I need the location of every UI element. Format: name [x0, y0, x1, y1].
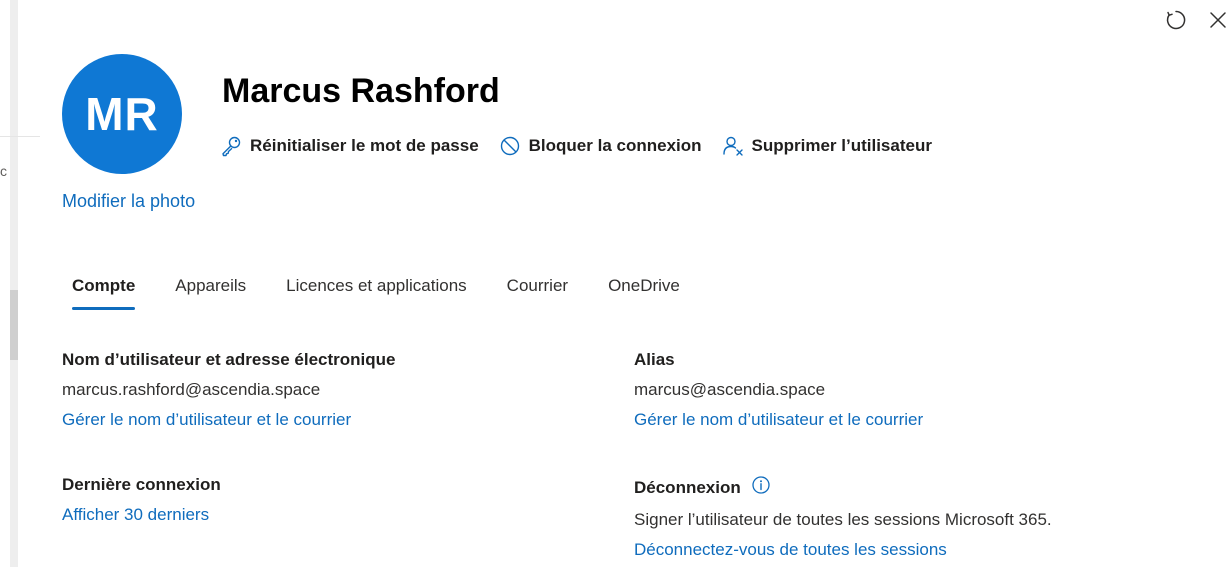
- close-icon[interactable]: [1206, 8, 1230, 32]
- signout-all-sessions-link[interactable]: Déconnectez-vous de toutes les sessions: [634, 540, 1052, 560]
- signout-label-row: Déconnexion: [634, 475, 1052, 500]
- tab-mail[interactable]: Courrier: [497, 276, 578, 310]
- username-value: marcus.rashford@ascendia.space: [62, 380, 321, 399]
- delete-user-icon: [722, 135, 744, 157]
- user-actions-toolbar: Réinitialiser le mot de passe Bloquer la…: [220, 135, 932, 157]
- block-icon: [499, 135, 521, 157]
- reset-password-button[interactable]: Réinitialiser le mot de passe: [220, 135, 479, 157]
- info-icon[interactable]: [751, 475, 771, 500]
- delete-user-button[interactable]: Supprimer l’utilisateur: [722, 135, 932, 157]
- block-signin-label: Bloquer la connexion: [528, 136, 702, 155]
- reset-password-label: Réinitialiser le mot de passe: [250, 136, 479, 155]
- username-section: Nom d’utilisateur et adresse électroniqu…: [62, 350, 395, 430]
- backdrop-scrollbar-track: [10, 0, 18, 567]
- avatar-initials: MR: [85, 88, 159, 140]
- alias-section: Alias marcus@ascendia.space Gérer le nom…: [634, 350, 923, 430]
- user-detail-panel: c MR Modifier la photo Marcus Rashford R…: [0, 0, 1230, 567]
- page-title: Marcus Rashford: [222, 72, 500, 110]
- backdrop-scrollbar-thumb: [10, 290, 18, 360]
- tab-onedrive[interactable]: OneDrive: [598, 276, 690, 310]
- backdrop-divider: [0, 136, 40, 137]
- tab-licenses-apps[interactable]: Licences et applications: [276, 276, 477, 310]
- tab-bar: Compte Appareils Licences et application…: [62, 276, 710, 310]
- panel-controls: [1164, 8, 1230, 32]
- modify-photo-link[interactable]: Modifier la photo: [62, 191, 195, 212]
- block-signin-button[interactable]: Bloquer la connexion: [499, 135, 702, 157]
- avatar: MR: [62, 54, 182, 174]
- signout-description: Signer l’utilisateur de toutes les sessi…: [634, 510, 1052, 529]
- refresh-icon[interactable]: [1164, 8, 1188, 32]
- tab-devices[interactable]: Appareils: [165, 276, 256, 310]
- last-signin-label: Dernière connexion: [62, 475, 221, 494]
- key-icon: [220, 135, 242, 157]
- last-signin-section: Dernière connexion Afficher 30 derniers: [62, 475, 221, 525]
- manage-username-link[interactable]: Gérer le nom d’utilisateur et le courrie…: [62, 410, 395, 430]
- backdrop-text: c: [0, 163, 7, 179]
- alias-value: marcus@ascendia.space: [634, 380, 826, 399]
- view-last-30-link[interactable]: Afficher 30 derniers: [62, 505, 221, 525]
- tab-account[interactable]: Compte: [62, 276, 145, 310]
- manage-alias-link[interactable]: Gérer le nom d’utilisateur et le courrie…: [634, 410, 923, 430]
- delete-user-label: Supprimer l’utilisateur: [751, 136, 932, 155]
- signout-label: Déconnexion: [634, 477, 741, 497]
- alias-label: Alias: [634, 350, 675, 369]
- signout-section: Déconnexion Signer l’utilisateur de tout…: [634, 475, 1052, 560]
- username-label: Nom d’utilisateur et adresse électroniqu…: [62, 350, 396, 369]
